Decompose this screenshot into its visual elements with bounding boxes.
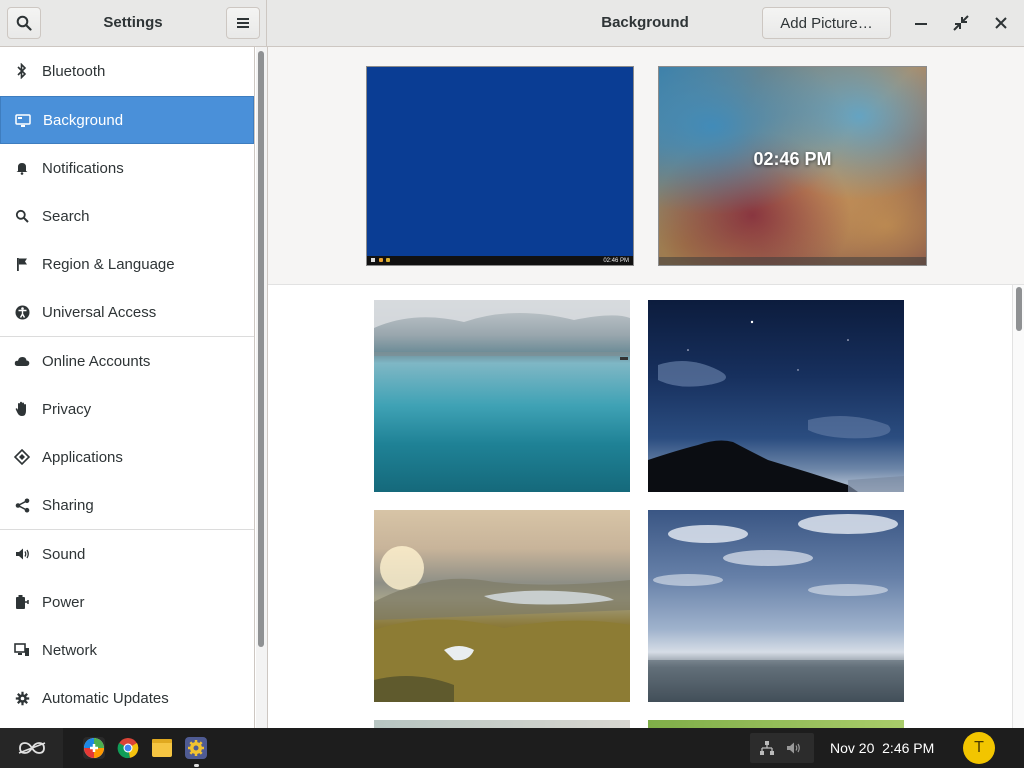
- launcher-button[interactable]: [0, 728, 63, 768]
- sidebar-item-label: Applications: [42, 448, 123, 466]
- menu-button[interactable]: [226, 7, 260, 39]
- network-icon: [14, 642, 30, 658]
- header-bar: Settings Background Add Picture…: [0, 0, 1024, 47]
- lock-screen-clock: 02:46 PM: [753, 149, 832, 169]
- wallpaper-scrollbar-thumb[interactable]: [1016, 287, 1022, 331]
- volume-icon: [787, 742, 800, 754]
- wallpaper-thumbnail-partial[interactable]: [374, 720, 630, 728]
- user-avatar[interactable]: T: [963, 732, 995, 764]
- close-icon: [995, 17, 1007, 29]
- active-app-indicator: [194, 764, 199, 767]
- taskbar-settings[interactable]: [185, 737, 207, 759]
- sidebar-item-background[interactable]: Background: [0, 96, 254, 144]
- sidebar-item-label: Automatic Updates: [42, 689, 169, 707]
- sidebar-item-applications[interactable]: Applications: [0, 433, 254, 481]
- sidebar-item-privacy[interactable]: Privacy: [0, 385, 254, 433]
- taskbar-chrome[interactable]: [117, 737, 139, 759]
- search-icon: [14, 208, 30, 224]
- sidebar-item-bluetooth[interactable]: Bluetooth: [0, 47, 254, 95]
- applications-icon: [14, 449, 30, 465]
- wallpaper-thumbnail-partial[interactable]: [648, 720, 904, 728]
- sidebar-item-label: Sharing: [42, 496, 94, 514]
- sidebar-item-label: Network: [42, 641, 98, 659]
- app-center-icon: [84, 738, 104, 758]
- taskbar-time: 2:46 PM: [882, 740, 935, 756]
- close-button[interactable]: [986, 8, 1016, 38]
- chrome-icon: [117, 738, 139, 759]
- lock-screen-preview[interactable]: 02:46 PM: [658, 66, 927, 266]
- display-icon: [15, 113, 31, 129]
- taskbar-app-center[interactable]: [83, 737, 105, 759]
- sidebar-item-label: Bluetooth: [42, 62, 106, 80]
- bell-icon: [14, 160, 30, 176]
- sidebar-item-automatic-updates[interactable]: Automatic Updates: [0, 674, 254, 722]
- sidebar-item-label: Power: [42, 593, 85, 611]
- taskbar-clock[interactable]: Nov 20 2:46 PM: [830, 728, 934, 768]
- sidebar-item-region-language[interactable]: Region & Language: [0, 240, 254, 288]
- settings-sidebar: Bluetooth Background Notifications Searc…: [0, 47, 255, 728]
- sidebar-item-sound[interactable]: Sound: [0, 530, 254, 578]
- search-icon: [16, 15, 32, 31]
- sidebar-item-label: Privacy: [42, 400, 92, 418]
- sidebar-scrollbar[interactable]: [256, 47, 268, 728]
- files-icon: [152, 739, 172, 757]
- sidebar-item-label: Universal Access: [42, 303, 157, 321]
- sidebar-item-sharing[interactable]: Sharing: [0, 481, 254, 529]
- minimize-button[interactable]: [906, 8, 936, 38]
- sidebar-item-online-accounts[interactable]: Online Accounts: [0, 337, 254, 385]
- preview-clock: 02:46 PM: [603, 257, 629, 264]
- cloud-icon: [14, 353, 30, 369]
- add-picture-button[interactable]: Add Picture…: [762, 7, 891, 39]
- wallpaper-thumbnail-sea[interactable]: [374, 300, 630, 492]
- taskbar: Nov 20 2:46 PM T: [0, 728, 1024, 768]
- system-tray[interactable]: [750, 733, 814, 763]
- hand-icon: [14, 401, 30, 417]
- sidebar-item-label: Online Accounts: [42, 352, 151, 370]
- preview-strip: 02:46 PM 02:46 PM: [268, 47, 1024, 285]
- restore-button[interactable]: [946, 8, 976, 38]
- sidebar-item-label: Sound: [42, 545, 86, 563]
- battery-icon: [14, 594, 30, 610]
- sidebar-item-search[interactable]: Search: [0, 192, 254, 240]
- minimize-icon: [915, 23, 927, 25]
- settings-icon: [188, 740, 204, 756]
- taskbar-files[interactable]: [151, 737, 173, 759]
- share-icon: [14, 497, 30, 513]
- sidebar-header: Settings: [0, 0, 267, 46]
- wallpaper-thumbnail-night-sky[interactable]: [648, 300, 904, 492]
- sidebar-scrollbar-thumb[interactable]: [258, 51, 264, 647]
- accessibility-icon: [14, 304, 30, 320]
- wallpaper-scrollbar[interactable]: [1012, 285, 1024, 728]
- sidebar-item-power[interactable]: Power: [0, 578, 254, 626]
- sidebar-item-label: Background: [43, 111, 124, 129]
- wallpaper-thumbnail-mountain[interactable]: [374, 510, 630, 702]
- preview-taskbar: 02:46 PM: [367, 256, 633, 265]
- gear-icon: [14, 690, 30, 706]
- taskbar-date: Nov 20: [830, 740, 875, 756]
- lock-screen-bar: [659, 257, 926, 265]
- desktop-background-preview[interactable]: 02:46 PM: [366, 66, 634, 266]
- page-title: Background: [601, 14, 689, 31]
- endless-logo-icon: [18, 742, 45, 754]
- sidebar-item-label: Notifications: [42, 159, 124, 177]
- speaker-icon: [14, 546, 30, 562]
- hamburger-icon: [237, 18, 249, 28]
- sidebar-item-universal-access[interactable]: Universal Access: [0, 288, 254, 336]
- restore-icon: [953, 15, 969, 31]
- network-status-icon: [760, 741, 774, 755]
- sidebar-item-label: Search: [42, 207, 90, 225]
- sidebar-item-network[interactable]: Network: [0, 626, 254, 674]
- bluetooth-icon: [14, 63, 30, 79]
- background-panel: 02:46 PM 02:46 PM: [268, 47, 1024, 728]
- wallpaper-thumbnail-sky-sea[interactable]: [648, 510, 904, 702]
- search-button[interactable]: [7, 7, 41, 39]
- settings-title: Settings: [103, 14, 163, 31]
- flag-icon: [14, 256, 30, 272]
- sidebar-item-notifications[interactable]: Notifications: [0, 144, 254, 192]
- sidebar-item-label: Region & Language: [42, 255, 175, 273]
